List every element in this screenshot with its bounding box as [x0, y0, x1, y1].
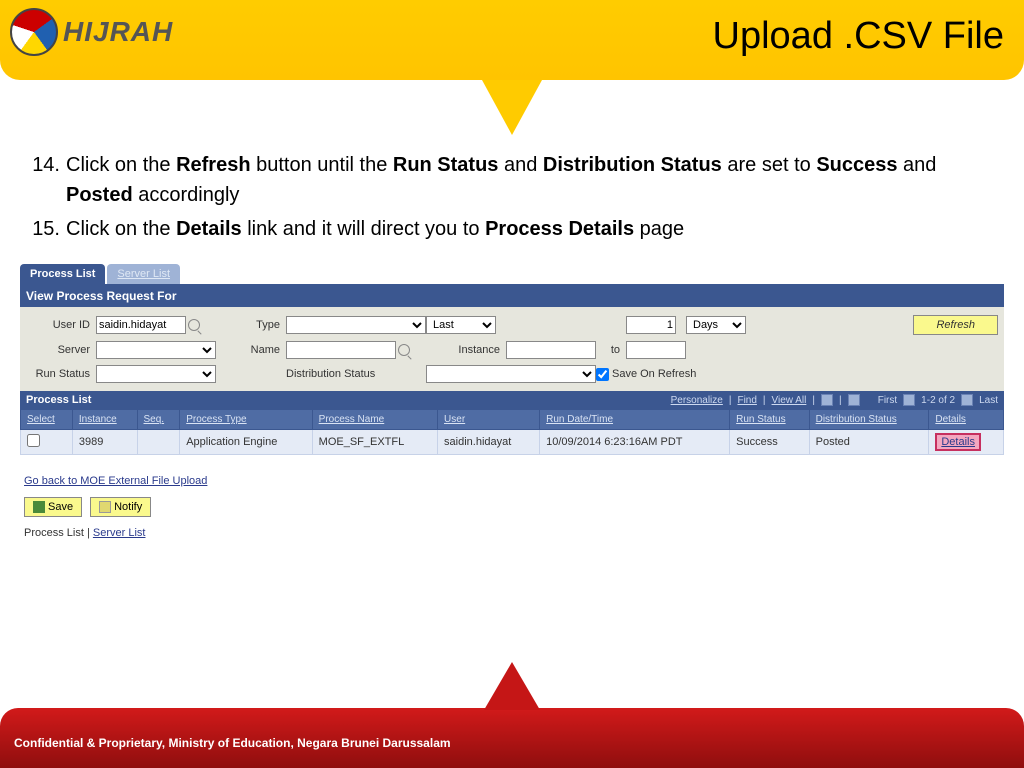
footer-banner: Confidential & Proprietary, Ministry of … — [0, 708, 1024, 768]
col-user[interactable]: User — [438, 410, 540, 430]
go-back-link[interactable]: Go back to MOE External File Upload — [24, 475, 1004, 487]
refresh-button[interactable]: Refresh — [913, 315, 998, 335]
dist-status-select[interactable] — [426, 365, 596, 383]
tab-server-list[interactable]: Server List — [107, 264, 180, 284]
cell-ptype: Application Engine — [180, 430, 312, 455]
first-label[interactable]: First — [878, 395, 897, 406]
col-ptype[interactable]: Process Type — [180, 410, 312, 430]
instance-to-input[interactable] — [626, 341, 686, 359]
label-user-id: User ID — [26, 319, 96, 331]
lookup-icon[interactable] — [188, 319, 200, 331]
type-select[interactable] — [286, 316, 426, 334]
label-run-status: Run Status — [26, 368, 96, 380]
user-id-input[interactable] — [96, 316, 186, 334]
col-dstatus[interactable]: Distribution Status — [809, 410, 929, 430]
row-select-checkbox[interactable] — [27, 434, 40, 447]
row-count: 1-2 of 2 — [921, 395, 955, 406]
zoom-icon[interactable] — [821, 394, 833, 406]
cell-pname: MOE_SF_EXTFL — [312, 430, 437, 455]
last-value-input[interactable] — [626, 316, 676, 334]
next-icon[interactable] — [961, 394, 973, 406]
cell-seq — [137, 430, 180, 455]
cell-user: saidin.hidayat — [438, 430, 540, 455]
tab-bar: Process List Server List — [20, 264, 1004, 285]
col-instance[interactable]: Instance — [72, 410, 137, 430]
header-banner: HIJRAH Upload .CSV File — [0, 0, 1024, 80]
server-select[interactable] — [96, 341, 216, 359]
run-status-select[interactable] — [96, 365, 216, 383]
label-server: Server — [26, 344, 96, 356]
cell-rstatus: Success — [730, 430, 809, 455]
download-icon[interactable] — [848, 394, 860, 406]
label-dist-status: Distribution Status — [286, 368, 426, 380]
grid-title: Process List — [26, 394, 91, 406]
breadcrumb: Process List | Server List — [24, 527, 1004, 539]
brand-logo: HIJRAH — [10, 8, 173, 56]
last-select[interactable]: Last — [426, 316, 496, 334]
cell-instance: 3989 — [72, 430, 137, 455]
step-number: 14. — [30, 150, 66, 210]
col-seq[interactable]: Seq. — [137, 410, 180, 430]
days-select[interactable]: Days — [686, 316, 746, 334]
col-rstatus[interactable]: Run Status — [730, 410, 809, 430]
table-header-row: Select Instance Seq. Process Type Proces… — [21, 410, 1004, 430]
view-all-link[interactable]: View All — [772, 395, 807, 406]
step-text: Click on the Details link and it will di… — [66, 214, 994, 244]
save-on-refresh-checkbox[interactable] — [596, 368, 609, 381]
col-pname[interactable]: Process Name — [312, 410, 437, 430]
breadcrumb-link[interactable]: Server List — [93, 527, 146, 539]
cell-dstatus: Posted — [809, 430, 929, 455]
process-monitor-panel: Process List Server List View Process Re… — [20, 264, 1004, 539]
footer-text: Confidential & Proprietary, Ministry of … — [14, 736, 451, 750]
details-link[interactable]: Details — [935, 433, 981, 451]
personalize-link[interactable]: Personalize — [671, 395, 723, 406]
save-icon — [33, 501, 45, 513]
label-instance: Instance — [426, 344, 506, 356]
section-title: View Process Request For — [20, 285, 1004, 307]
brand-name: HIJRAH — [63, 16, 173, 48]
globe-icon — [10, 8, 58, 56]
page-title: Upload .CSV File — [713, 15, 1004, 58]
step-text: Click on the Refresh button until the Ru… — [66, 150, 994, 210]
find-link[interactable]: Find — [737, 395, 756, 406]
col-datetime[interactable]: Run Date/Time — [540, 410, 730, 430]
lookup-icon[interactable] — [398, 344, 410, 356]
instructions: 14. Click on the Refresh button until th… — [30, 150, 994, 244]
grid-toolbar: Personalize| Find| View All| | First 1-2… — [671, 394, 998, 406]
step-number: 15. — [30, 214, 66, 244]
save-button[interactable]: Save — [24, 497, 82, 517]
filter-form: User ID Type Last Days Refresh Server Na… — [20, 307, 1004, 391]
name-input[interactable] — [286, 341, 396, 359]
breadcrumb-current: Process List — [24, 527, 84, 539]
instance-from-input[interactable] — [506, 341, 596, 359]
notify-icon — [99, 501, 111, 513]
last-label[interactable]: Last — [979, 395, 998, 406]
cell-datetime: 10/09/2014 6:23:16AM PDT — [540, 430, 730, 455]
label-save-refresh: Save On Refresh — [612, 368, 696, 380]
notify-button[interactable]: Notify — [90, 497, 151, 517]
tab-process-list[interactable]: Process List — [20, 264, 105, 284]
table-row: 3989 Application Engine MOE_SF_EXTFL sai… — [21, 430, 1004, 455]
label-to: to — [596, 344, 626, 356]
prev-icon[interactable] — [903, 394, 915, 406]
grid-header-bar: Process List Personalize| Find| View All… — [20, 391, 1004, 409]
col-select[interactable]: Select — [21, 410, 73, 430]
process-list-table: Select Instance Seq. Process Type Proces… — [20, 409, 1004, 455]
col-details[interactable]: Details — [929, 410, 1004, 430]
label-name: Name — [216, 344, 286, 356]
label-type: Type — [216, 319, 286, 331]
